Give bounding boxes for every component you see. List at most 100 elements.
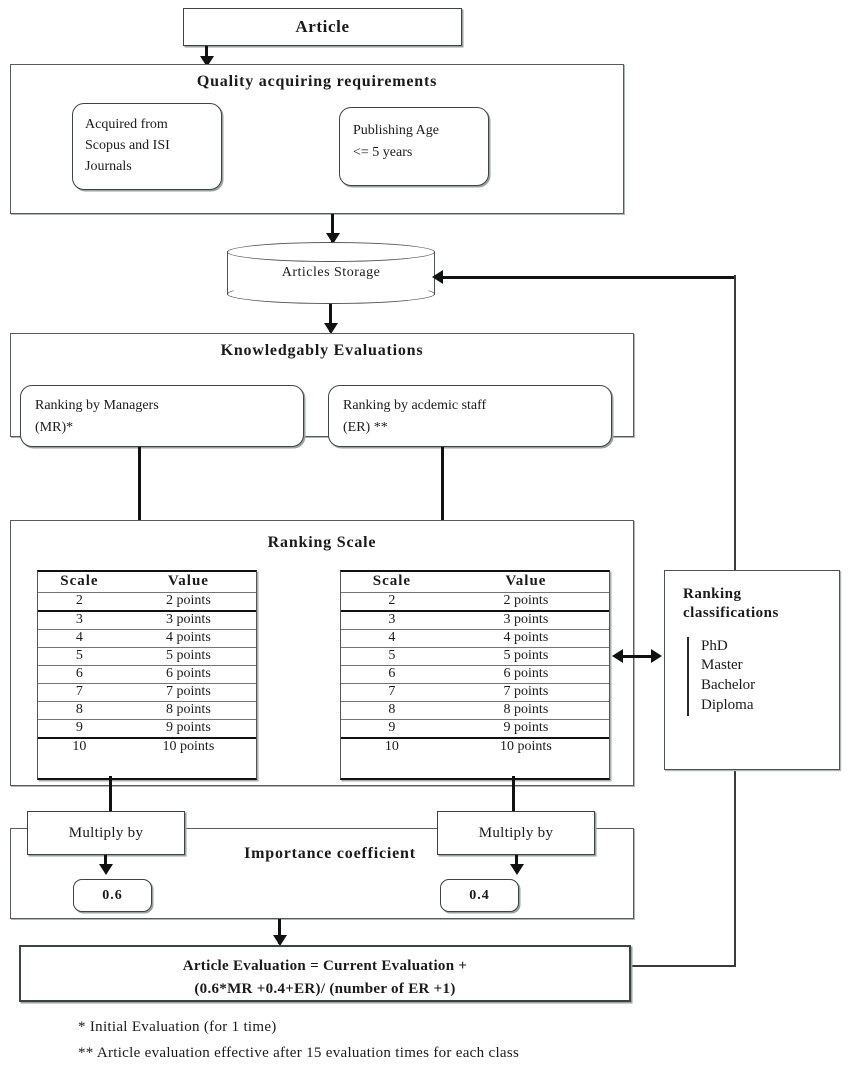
cell-scale: 2 [341, 592, 443, 611]
footnote-item: ** Article evaluation effective after 15… [78, 1044, 520, 1061]
cell-value: 3 points [442, 610, 609, 630]
cell-value: 10 points [442, 737, 609, 756]
cell-scale: 10 [341, 737, 443, 756]
flowchart-canvas: Article Quality acquiring requirements A… [0, 0, 850, 1087]
table-right-body: 22 points 3 3 points 4 4 points 5 5 points 6 6 p… [341, 592, 609, 756]
table-right-grid: Scale Value 22 points 3 3 points 4 4 points 5… [341, 572, 609, 756]
classification-item: PhD [701, 637, 728, 654]
node-article-evaluation-result[interactable]: Article Evaluation = Current Evaluation … [19, 945, 631, 1002]
storage-bottom-ellipse [227, 284, 435, 304]
cell-value: 5 points [442, 647, 609, 666]
footnote-item: * Initial Evaluation (for 1 time) [78, 1019, 277, 1035]
table-left-body: 22 points 3 3 points 4 4 points 5 5 points 6 6 p… [38, 592, 256, 756]
table-row: 22 points [341, 592, 609, 611]
table-right-header-row: Scale Value [341, 572, 609, 593]
node-ranking-classifications[interactable]: Ranking classifications PhD Master Bache… [664, 570, 840, 770]
table-row: 99 points [341, 719, 609, 738]
cell-value: 10 points [120, 737, 256, 756]
cell-value: 3 points [120, 610, 256, 630]
node-multiply-right-label: Multiply by [478, 824, 554, 841]
feedback-horizontal-bottom [631, 965, 736, 967]
arrow-feedback-into-storage [432, 270, 443, 284]
ranking-classifications-list: PhD Master Bachelor Diploma [687, 636, 839, 716]
cell-scale: 7 [38, 683, 121, 702]
node-article[interactable]: Article [183, 8, 462, 46]
node-articles-storage-label: Articles Storage [281, 265, 381, 280]
card-publishing-age-label: Publishing Age <= 5 years [353, 123, 439, 160]
classification-item: Diploma [701, 696, 754, 713]
card-publishing-age[interactable]: Publishing Age <= 5 years [339, 107, 489, 186]
node-coefficient-left-value: 0.6 [102, 887, 123, 903]
cell-value: 2 points [120, 592, 256, 611]
table-row: 88 points [341, 701, 609, 720]
cell-value: 6 points [120, 665, 256, 684]
table-row: 44 points [341, 629, 609, 648]
ranking-classifications-title: Ranking classifications [683, 586, 779, 621]
node-coefficient-right[interactable]: 0.4 [440, 879, 519, 912]
cell-scale: 7 [341, 683, 443, 702]
connector-table-left-to-multiply [109, 776, 112, 812]
storage-top-ellipse [227, 242, 435, 262]
cell-scale: 9 [38, 719, 121, 738]
group-evaluations-heading: Knowledgably Evaluations [220, 342, 424, 359]
table-row: 55 points [38, 647, 256, 666]
node-multiply-right[interactable]: Multiply by [437, 811, 595, 855]
node-multiply-left[interactable]: Multiply by [27, 811, 185, 855]
table-left-header-value: Value [120, 572, 256, 593]
cell-scale: 9 [341, 719, 443, 738]
cell-scale: 5 [341, 647, 443, 666]
card-ranking-by-academic-staff-label: Ranking by acdemic staff (ER) ** [343, 398, 487, 436]
cell-scale: 6 [341, 665, 443, 684]
table-row: 99 points [38, 719, 256, 738]
cell-value: 5 points [120, 647, 256, 666]
classification-item: Bachelor [701, 677, 756, 694]
cell-scale: 4 [341, 629, 443, 648]
cell-value: 2 points [442, 592, 609, 611]
table-row: 77 points [38, 683, 256, 702]
group-importance-heading: Importance coefficient [244, 845, 416, 862]
card-ranking-by-academic-staff[interactable]: Ranking by acdemic staff (ER) ** [328, 385, 612, 447]
cell-value: 6 points [442, 665, 609, 684]
table-row: 10 10 points [38, 737, 256, 756]
cell-scale: 5 [38, 647, 121, 666]
cell-scale: 3 [38, 610, 121, 630]
group-quality-heading: Quality acquiring requirements [196, 73, 438, 90]
cell-scale: 3 [341, 610, 443, 630]
result-line-2: (0.6*MR +0.4+ER)/ (number of ER +1) [194, 980, 456, 997]
card-acquired-from[interactable]: Acquired from Scopus and ISI Journals [72, 103, 222, 190]
table-row: 10 10 points [341, 737, 609, 756]
table-left-header-row: Scale Value [38, 572, 256, 593]
card-ranking-by-managers[interactable]: Ranking by Managers (MR)* [20, 385, 304, 447]
table-right-header-scale: Scale [341, 572, 443, 593]
node-coefficient-right-value: 0.4 [469, 887, 490, 903]
table-ranking-scale-left[interactable]: Scale Value 22 points 3 3 points 4 4 points 5… [37, 570, 257, 780]
node-multiply-left-label: Multiply by [68, 824, 144, 841]
classification-item: Master [701, 657, 743, 674]
cell-scale: 8 [341, 701, 443, 720]
table-right-header-value: Value [442, 572, 609, 593]
cell-scale: 8 [38, 701, 121, 720]
cell-value: 7 points [120, 683, 256, 702]
arrow-classifications-right [651, 649, 662, 663]
cell-value: 4 points [442, 629, 609, 648]
node-articles-storage[interactable]: Articles Storage [227, 242, 435, 304]
node-article-label: Article [295, 17, 350, 36]
cell-scale: 10 [38, 737, 121, 756]
table-ranking-scale-right[interactable]: Scale Value 22 points 3 3 points 4 4 points 5… [340, 570, 610, 780]
cell-value: 8 points [120, 701, 256, 720]
feedback-horizontal-top [443, 275, 735, 279]
table-row: 33 points [341, 610, 609, 630]
table-row: 66 points [341, 665, 609, 684]
card-ranking-by-managers-label: Ranking by Managers (MR)* [35, 398, 159, 436]
result-line-1: Article Evaluation = Current Evaluation … [182, 958, 468, 974]
cell-value: 9 points [442, 719, 609, 738]
cell-value: 4 points [120, 629, 256, 648]
table-left-grid: Scale Value 22 points 3 3 points 4 4 points 5… [38, 572, 256, 756]
table-row: 55 points [341, 647, 609, 666]
footnotes: * Initial Evaluation (for 1 time) ** Art… [78, 1015, 838, 1066]
arrow-multiply-right-to-value [509, 864, 524, 875]
node-coefficient-left[interactable]: 0.6 [73, 879, 152, 912]
connector-table-right-to-multiply [512, 776, 515, 812]
table-row: 33 points [38, 610, 256, 630]
cell-scale: 4 [38, 629, 121, 648]
